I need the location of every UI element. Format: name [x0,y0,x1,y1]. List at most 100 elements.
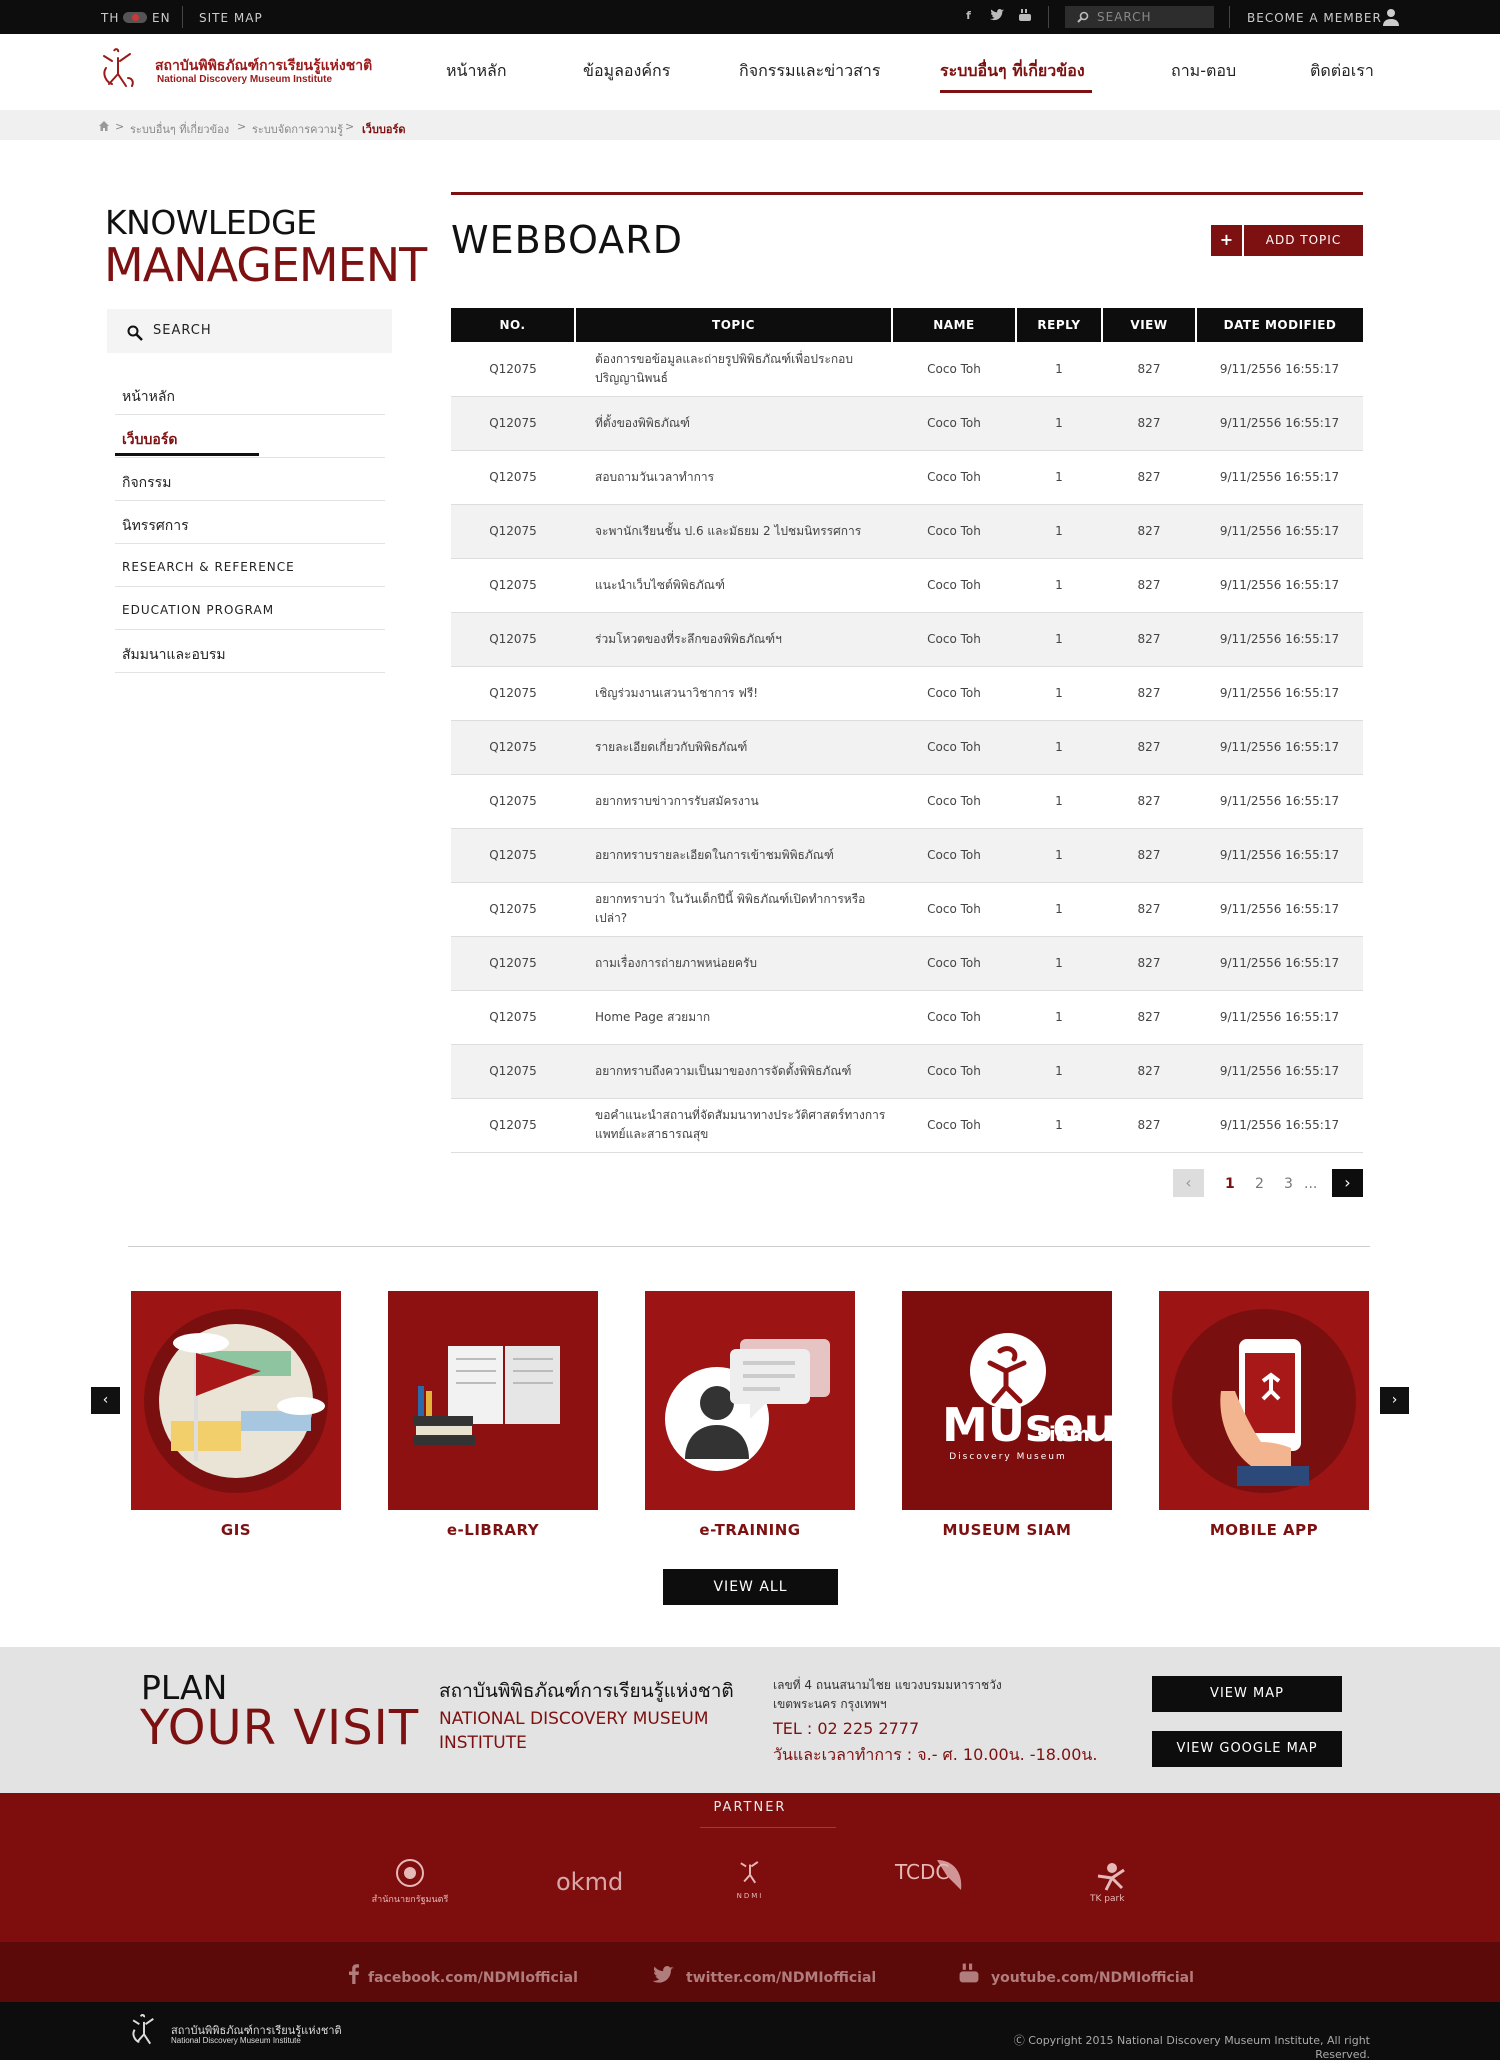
table-row[interactable]: Q12075 อยากทราบถึงความเป็นมาของการจัดตั้ง… [451,1044,1363,1099]
table-row[interactable]: Q12075 อยากทราบว่า ในวันเด็กปีนี้ พิพิธภั… [451,882,1363,937]
sidebar-item-webboard[interactable]: เว็บบอร์ด [115,415,385,458]
nav-home[interactable]: หน้าหลัก [446,59,507,84]
table-row[interactable]: Q12075 แนะนำเว็บไซต์พิพิธภัณฑ์ Coco Toh 1 82… [451,558,1363,613]
row-topic-cell[interactable]: ถามเรื่องการถ่ายภาพหน่อยครับ [575,936,892,991]
pagination-prev-button[interactable]: ‹ [1173,1169,1204,1197]
row-topic-cell[interactable]: อยากทราบว่า ในวันเด็กปีนี้ พิพิธภัณฑ์เปิ… [575,882,892,937]
facebook-icon[interactable] [349,1964,359,1984]
lang-en[interactable]: EN [152,11,171,25]
add-topic-plus-button[interactable]: + [1211,225,1242,256]
pagination-page-3[interactable]: 3 [1284,1176,1293,1192]
sidebar-search[interactable]: SEARCH [107,309,392,353]
top-search-input[interactable]: SEARCH [1065,6,1214,28]
table-row[interactable]: Q12075 ต้องการขอข้อมูลและถ่ายรูปพิพิธภัณฑ… [451,342,1363,397]
row-topic-cell[interactable]: Home Page สวยมาก [575,990,892,1045]
row-topic-cell[interactable]: ขอคำแนะนำสถานที่จัดสัมมนาทางประวัติศาสตร… [575,1098,892,1153]
partner-logo-ndmi[interactable]: NDMI [735,1858,765,1900]
row-date-cell: 9/11/2556 16:55:17 [1196,666,1363,721]
table-row[interactable]: Q12075 รายละเอียดเกี่ยวกับพิพิธภัณฑ์ Coco … [451,720,1363,775]
row-number-cell: Q12075 [451,720,575,775]
user-icon[interactable] [1382,8,1400,26]
youtube-link[interactable]: youtube.com/NDMIofficial [991,1970,1194,1986]
twitter-icon[interactable] [990,8,1004,22]
table-row[interactable]: Q12075 เชิญร่วมงานเสวนาวิชาการ ฟรี! Coco T… [451,666,1363,721]
view-all-button[interactable]: VIEW ALL [663,1569,838,1605]
row-name-cell: Coco Toh [892,342,1016,397]
tile-label-gis[interactable]: GIS [131,1521,341,1539]
sitemap-link[interactable]: SITE MAP [199,11,263,25]
row-number-cell: Q12075 [451,342,575,397]
home-icon[interactable] [99,121,109,131]
tile-label-e-library[interactable]: e-LIBRARY [388,1521,598,1539]
tile-label-e-training[interactable]: e-TRAINING [645,1521,855,1539]
table-row[interactable]: Q12075 Home Page สวยมาก Coco Toh 1 827 9/11/2… [451,990,1363,1045]
partner-logo-tkpark[interactable]: TK park [1090,1862,1130,1904]
row-topic-cell[interactable]: สอบถามวันเวลาทำการ [575,450,892,505]
row-topic-cell[interactable]: จะพานักเรียนชั้น ป.6 และมัธยม 2 ไปชมนิทร… [575,504,892,559]
sidebar-item-activities[interactable]: กิจกรรม [115,458,385,501]
table-row[interactable]: Q12075 ถามเรื่องการถ่ายภาพหน่อยครับ Coco T… [451,936,1363,991]
row-topic-cell[interactable]: ต้องการขอข้อมูลและถ่ายรูปพิพิธภัณฑ์เพื่อ… [575,342,892,397]
sidebar-item-education[interactable]: EDUCATION PROGRAM [115,587,385,630]
nav-organization[interactable]: ข้อมูลองค์กร [583,59,670,84]
nav-related-systems[interactable]: ระบบอื่นๆ ที่เกี่ยวข้อง [940,59,1085,84]
row-topic-cell[interactable]: ที่ตั้งของพิพิธภัณฑ์ [575,396,892,451]
table-row[interactable]: Q12075 อยากทราบข่าวการรับสมัครงาน Coco Toh… [451,774,1363,829]
ndmi-logo-icon[interactable] [100,48,136,94]
row-topic-cell[interactable]: อยากทราบรายละเอียดในการเข้าชมพิพิธภัณฑ์ [575,828,892,883]
tile-gis[interactable] [131,1291,341,1510]
table-row[interactable]: Q12075 ขอคำแนะนำสถานที่จัดสัมมนาทางประวัต… [451,1098,1363,1153]
partner-logo-okmd[interactable]: okmd [556,1868,623,1896]
breadcrumb-item[interactable]: ระบบจัดการความรู้ [252,120,343,138]
youtube-icon[interactable] [958,1962,980,1984]
row-topic-cell[interactable]: ร่วมโหวตของที่ระลึกของพิพิธภัณฑ์ฯ [575,612,892,667]
tcdc-swirl-icon [937,1860,962,1890]
pagination-ellipsis: ... [1304,1176,1318,1192]
twitter-link[interactable]: twitter.com/NDMIofficial [686,1970,876,1986]
become-member-link[interactable]: BECOME A MEMBER [1247,11,1382,25]
lang-th[interactable]: TH [101,11,119,25]
row-topic-cell[interactable]: รายละเอียดเกี่ยวกับพิพิธภัณฑ์ [575,720,892,775]
tile-e-training[interactable] [645,1291,855,1510]
row-topic-cell[interactable]: อยากทราบถึงความเป็นมาของการจัดตั้งพิพิธภ… [575,1044,892,1099]
sidebar-item-home[interactable]: หน้าหลัก [115,372,385,415]
nav-contact[interactable]: ติดต่อเรา [1310,59,1374,84]
tile-e-library[interactable] [388,1291,598,1510]
table-row[interactable]: Q12075 ร่วมโหวตของที่ระลึกของพิพิธภัณฑ์ฯ C… [451,612,1363,667]
row-topic-cell[interactable]: แนะนำเว็บไซต์พิพิธภัณฑ์ [575,558,892,613]
tile-museum-siam[interactable]: MUseum siam Discovery Museum [902,1291,1112,1510]
nav-qa[interactable]: ถาม-ตอบ [1171,59,1236,84]
sidebar-active-indicator [115,453,259,456]
view-google-map-button[interactable]: VIEW GOOGLE MAP [1152,1731,1342,1767]
tile-label-museum-siam[interactable]: MUSEUM SIAM [902,1521,1112,1539]
sidebar-item-research[interactable]: RESEARCH & REFERENCE [115,544,385,587]
pagination-next-button[interactable]: › [1332,1169,1363,1197]
add-topic-button[interactable]: ADD TOPIC [1244,225,1363,256]
facebook-icon[interactable]: f [962,8,976,22]
row-view-cell: 827 [1102,990,1196,1045]
partner-logo-opm[interactable]: สำนักนายกรัฐมนตรี [370,1858,450,1906]
breadcrumb-item[interactable]: ระบบอื่นๆ ที่เกี่ยวข้อง [130,120,229,138]
table-row[interactable]: Q12075 จะพานักเรียนชั้น ป.6 และมัธยม 2 ไป… [451,504,1363,559]
table-row[interactable]: Q12075 ที่ตั้งของพิพิธภัณฑ์ Coco Toh 1 827 9/… [451,396,1363,451]
facebook-link[interactable]: facebook.com/NDMIofficial [368,1970,578,1986]
tile-mobile-app[interactable] [1159,1291,1369,1510]
view-map-button[interactable]: VIEW MAP [1152,1676,1342,1712]
youtube-icon[interactable] [1018,8,1032,22]
table-row[interactable]: Q12075 สอบถามวันเวลาทำการ Coco Toh 1 827 9/11… [451,450,1363,505]
pagination-page-2[interactable]: 2 [1255,1176,1264,1192]
sidebar-item-exhibition[interactable]: นิทรรศการ [115,501,385,544]
row-topic-cell[interactable]: เชิญร่วมงานเสวนาวิชาการ ฟรี! [575,666,892,721]
carousel-prev-button[interactable]: ‹ [91,1387,120,1414]
twitter-icon[interactable] [652,1966,674,1984]
language-toggle[interactable] [123,12,147,23]
row-topic-cell[interactable]: อยากทราบข่าวการรับสมัครงาน [575,774,892,829]
ndmi-logo-icon[interactable] [130,2014,158,2050]
tile-label-mobile-app[interactable]: MOBILE APP [1159,1521,1369,1539]
carousel-next-button[interactable]: › [1380,1387,1409,1414]
sidebar-item-seminar[interactable]: สัมมนาและอบรม [115,630,385,673]
partner-logo-tcdc[interactable]: TCDC [895,1860,962,1890]
table-row[interactable]: Q12075 อยากทราบรายละเอียดในการเข้าชมพิพิธ… [451,828,1363,883]
pagination-page-1[interactable]: 1 [1225,1176,1235,1192]
nav-activities-news[interactable]: กิจกรรมและข่าวสาร [739,59,880,84]
